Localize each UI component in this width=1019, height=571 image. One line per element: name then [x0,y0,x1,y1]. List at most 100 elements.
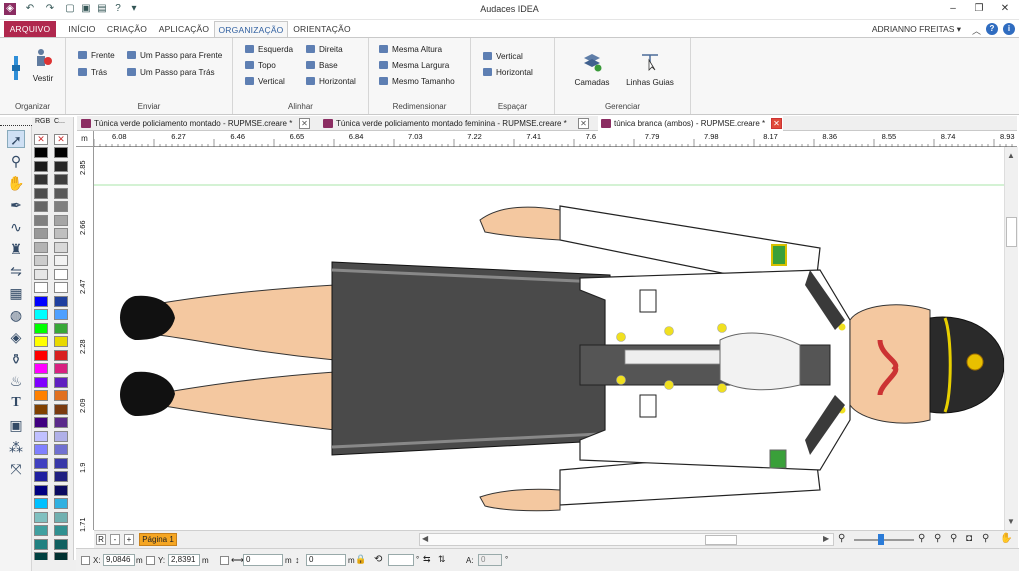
passo-frente-button[interactable]: Um Passo para Frente [127,50,222,61]
mirror-icon[interactable]: ⇋ [7,262,25,280]
collapse-ribbon-icon[interactable]: ︿ [972,24,981,37]
info-icon[interactable]: i [1003,23,1015,35]
color-swatch[interactable] [34,538,48,550]
tab-inicio[interactable]: INÍCIO [64,21,100,37]
page-add-button[interactable]: + [124,534,134,545]
color-swatch[interactable] [54,228,68,239]
mesma-largura-button[interactable]: Mesma Largura [379,60,449,71]
linhas-guias-button[interactable]: Linhas Guias [621,52,679,87]
group-icon[interactable]: ⁂ [7,438,25,456]
color-swatch[interactable] [54,201,68,212]
x-lock-checkbox[interactable] [81,556,90,565]
color-swatch[interactable] [54,160,68,172]
palette-scroll[interactable] [32,560,76,571]
pen-icon[interactable]: ✒ [7,196,25,214]
palette-rgb-tab[interactable]: RGB [35,118,50,125]
color-swatch[interactable] [34,457,48,469]
mesmo-tamanho-button[interactable]: Mesmo Tamanho [379,76,455,87]
color-swatch[interactable] [34,201,48,212]
text-tool-icon[interactable]: T [7,394,25,412]
no-color-swatch[interactable]: ✕ [54,134,68,145]
color-swatch[interactable] [54,268,68,280]
paint-bucket-icon[interactable]: ♨ [7,372,25,390]
color-swatch[interactable] [54,498,68,509]
color-swatch[interactable] [54,471,68,482]
color-swatch[interactable] [34,417,48,428]
page-reset-button[interactable]: R [96,534,106,545]
lock-ratio-icon[interactable]: 🔒 [355,554,366,565]
pan-hand-icon[interactable]: ✋ [7,174,25,192]
color-swatch[interactable] [54,457,68,469]
select-pointer-icon[interactable]: ➚ [7,130,25,148]
scroll-left-icon[interactable]: ◀ [422,534,428,543]
close-button[interactable]: ✕ [996,2,1014,16]
zoom-icon[interactable]: ⚲ [7,152,25,170]
color-swatch[interactable] [34,471,48,482]
close-tab-icon[interactable]: ✕ [299,118,310,129]
tab-organizacao[interactable]: ORGANIZAÇÃO [214,21,288,37]
color-swatch[interactable] [54,255,68,266]
color-swatch[interactable] [34,444,48,455]
curve-tool-icon[interactable]: ∿ [7,218,25,236]
page-remove-button[interactable]: - [110,534,120,545]
drawing-canvas[interactable] [94,147,1004,530]
zoom-selection-icon[interactable]: ◘ [966,533,972,544]
zoom-out-icon[interactable]: ⚲ [838,533,845,544]
color-swatch[interactable] [54,187,68,199]
color-swatch[interactable] [34,295,48,307]
color-swatch[interactable] [54,336,68,347]
width-lock-checkbox[interactable] [220,556,229,565]
color-swatch[interactable] [54,322,68,334]
color-swatch[interactable] [54,174,68,185]
color-swatch[interactable] [54,376,68,388]
angle-field[interactable]: 0 [478,554,502,566]
tab-criacao[interactable]: CRIAÇÃO [104,21,150,37]
close-tab-icon[interactable]: ✕ [578,118,589,129]
zoom-page-icon[interactable]: ⚲ [950,533,957,544]
toolbox-grip[interactable] [0,117,32,126]
color-swatch[interactable] [34,430,48,442]
scroll-down-icon[interactable]: ▼ [1007,517,1015,526]
color-swatch[interactable] [34,511,48,523]
mesma-altura-button[interactable]: Mesma Altura [379,44,442,55]
zoom-slider-thumb[interactable] [878,534,884,545]
scroll-up-icon[interactable]: ▲ [1007,151,1015,160]
espacar-horizontal-button[interactable]: Horizontal [483,67,533,78]
color-swatch[interactable] [34,336,48,347]
minimize-button[interactable]: – [944,2,962,16]
scroll-right-icon[interactable]: ▶ [823,534,829,543]
color-swatch[interactable] [34,241,48,253]
x-coordinate-field[interactable]: 9,0846 [103,554,135,566]
color-swatch[interactable] [34,349,48,361]
color-swatch[interactable] [54,525,68,536]
flip-horizontal-icon[interactable]: ⇆ [423,554,431,565]
color-swatch[interactable] [34,498,48,509]
color-swatch[interactable] [34,255,48,266]
tras-button[interactable]: Trás [78,67,107,78]
scroll-thumb[interactable] [1006,217,1017,247]
color-swatch[interactable] [34,268,48,280]
color-swatch[interactable] [34,390,48,401]
bucket-icon[interactable]: ⚱ [7,350,25,368]
color-swatch[interactable] [34,403,48,415]
y-lock-checkbox[interactable] [146,556,155,565]
color-swatch[interactable] [54,511,68,523]
user-menu[interactable]: ADRIANNO FREITAS ▾ [872,24,961,35]
color-swatch[interactable] [34,322,48,334]
color-swatch[interactable] [34,147,48,158]
transform-icon[interactable]: ⤧ [7,460,25,478]
page-tab-current[interactable]: Página 1 [139,533,177,546]
color-swatch[interactable] [34,525,48,536]
color-swatch[interactable] [34,376,48,388]
vestir-button[interactable]: Vestir [28,48,58,83]
palette-c-tab[interactable]: C... [54,118,65,125]
align-direita-button[interactable]: Direita [306,44,343,55]
width-field[interactable]: 0 [243,554,283,566]
align-base-button[interactable]: Base [306,60,338,71]
color-swatch[interactable] [54,147,68,158]
texture-icon[interactable]: ◍ [7,306,25,324]
color-swatch[interactable] [54,444,68,455]
doc-tab-1[interactable]: Túnica verde policiamento montado - RUPM… [78,116,313,131]
passo-tras-button[interactable]: Um Passo para Trás [127,67,215,78]
image-icon[interactable]: ▣ [7,416,25,434]
